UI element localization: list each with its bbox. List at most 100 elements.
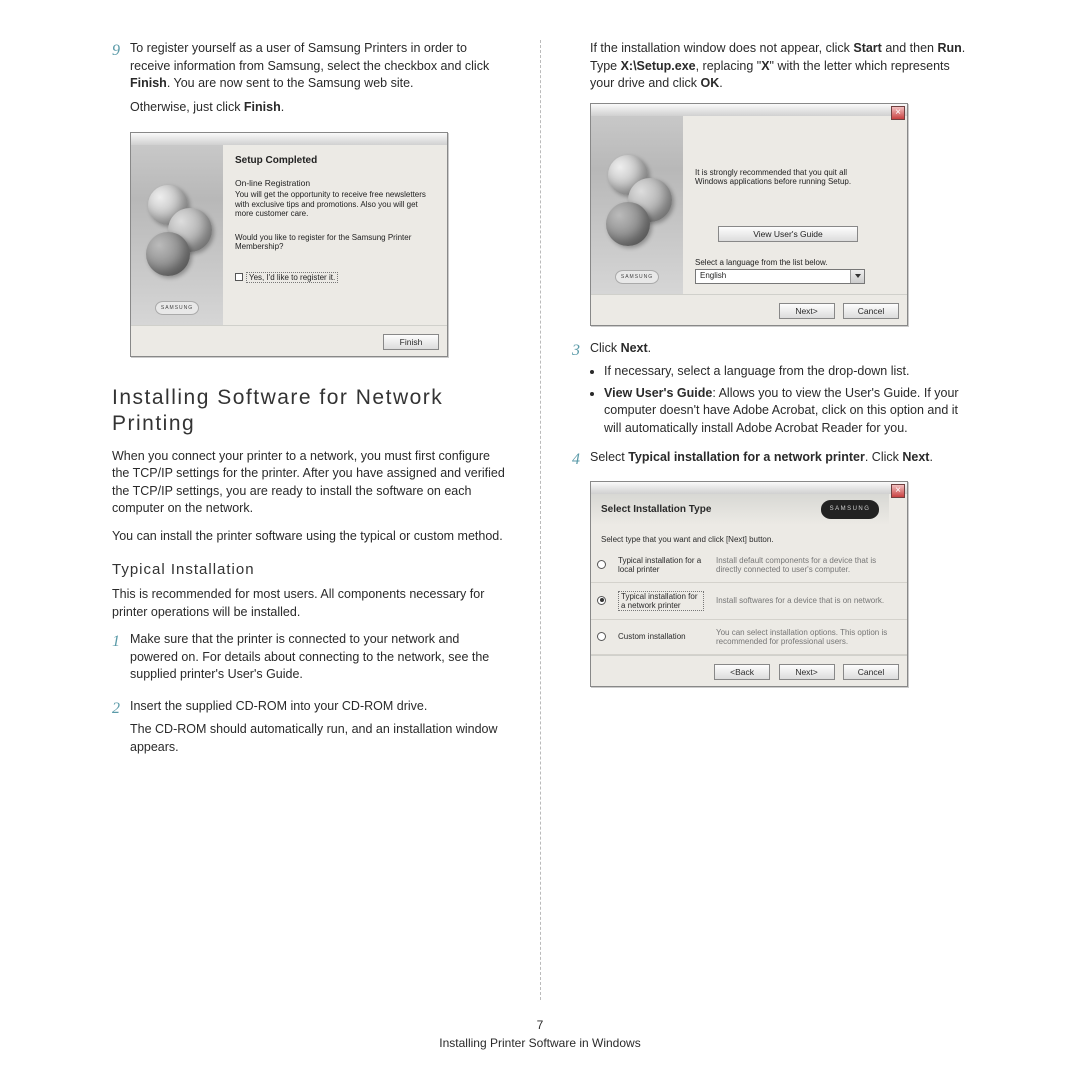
step-2-text-a: Insert the supplied CD-ROM into your CD-… xyxy=(130,698,508,716)
text-bold: Start xyxy=(853,41,881,55)
text-bold: Typical installation for a network print… xyxy=(628,450,865,464)
option-row: Typical installation for a local printer… xyxy=(591,548,907,583)
text: . You are now sent to the Samsung web si… xyxy=(167,76,414,90)
graphic-ball xyxy=(606,202,650,246)
step-1-text: Make sure that the printer is connected … xyxy=(130,631,508,684)
step-3: 3 Click Next. If necessary, select a lan… xyxy=(572,340,968,442)
text: . xyxy=(281,100,284,114)
step-4: 4 Select Typical installation for a netw… xyxy=(572,449,968,473)
text-bold: X xyxy=(761,59,769,73)
dialog-setup-completed: SAMSUNG Setup Completed On-line Registra… xyxy=(130,132,448,357)
radio-button[interactable] xyxy=(597,596,606,605)
language-label: Select a language from the list below. xyxy=(695,258,877,267)
option-label: Typical installation for a local printer xyxy=(612,548,710,583)
text: Select xyxy=(590,450,628,464)
close-icon[interactable]: × xyxy=(891,106,905,120)
step-2-text-b: The CD-ROM should automatically run, and… xyxy=(130,721,508,756)
step-number: 2 xyxy=(112,698,130,763)
graphic-ball xyxy=(146,232,190,276)
text: and then xyxy=(882,41,938,55)
text-bold: X:\Setup.exe xyxy=(621,59,696,73)
text: To register yourself as a user of Samsun… xyxy=(130,41,489,73)
wizard-graphic: SAMSUNG xyxy=(591,116,683,294)
text: , replacing " xyxy=(696,59,762,73)
samsung-logo: SAMSUNG xyxy=(155,301,199,315)
body-text: When you connect your printer to a netwo… xyxy=(112,448,508,518)
option-row: Custom installation You can select insta… xyxy=(591,619,907,654)
dialog-question: Would you like to register for the Samsu… xyxy=(235,233,435,251)
text: . xyxy=(929,450,932,464)
wizard-graphic: SAMSUNG xyxy=(131,145,223,325)
option-desc: Install softwares for a device that is o… xyxy=(710,582,907,619)
text: . xyxy=(648,341,651,355)
footer-caption: Installing Printer Software in Windows xyxy=(0,1034,1080,1052)
text: If the installation window does not appe… xyxy=(590,41,853,55)
step-number: 9 xyxy=(112,40,130,122)
dialog-install-type: × Select Installation Type SAMSUNG Selec… xyxy=(590,481,908,687)
text-bold: Finish xyxy=(130,76,167,90)
page-number: 7 xyxy=(0,1016,1080,1034)
bullet-item: View User's Guide: Allows you to view th… xyxy=(604,385,968,438)
text: Otherwise, just click xyxy=(130,100,244,114)
text-bold: OK xyxy=(700,76,719,90)
step-number: 4 xyxy=(572,449,590,473)
dialog-subtitle: On-line Registration xyxy=(235,178,435,188)
language-select[interactable]: English xyxy=(695,269,865,284)
cancel-button[interactable]: Cancel xyxy=(843,664,899,680)
titlebar: × xyxy=(591,482,907,494)
checkbox[interactable] xyxy=(235,273,243,281)
step-number: 3 xyxy=(572,340,590,442)
dialog-language-select: × SAMSUNG It is strongly recommended tha… xyxy=(590,103,908,326)
step-9-alt: Otherwise, just click Finish. xyxy=(130,99,508,117)
step-9: 9 To register yourself as a user of Sams… xyxy=(112,40,508,122)
step-9-text: To register yourself as a user of Samsun… xyxy=(130,40,508,93)
dialog-desc: You will get the opportunity to receive … xyxy=(235,190,435,219)
view-guide-button[interactable]: View User's Guide xyxy=(718,226,858,242)
left-column: 9 To register yourself as a user of Sams… xyxy=(92,40,540,1020)
column-divider xyxy=(540,40,541,1000)
checkbox-label: Yes, I'd like to register it. xyxy=(246,272,338,283)
dialog-title: Select Installation Type xyxy=(601,504,711,515)
intro-text: If the installation window does not appe… xyxy=(572,40,968,93)
text-bold: Next xyxy=(621,341,648,355)
register-checkbox-row: Yes, I'd like to register it. xyxy=(235,273,435,282)
bullet-item: If necessary, select a language from the… xyxy=(604,363,968,381)
step-3-text: Click Next. xyxy=(590,340,968,358)
samsung-logo: SAMSUNG xyxy=(615,270,659,284)
options-table: Typical installation for a local printer… xyxy=(591,548,907,655)
text-bold: Next xyxy=(902,450,929,464)
next-button[interactable]: Next> xyxy=(779,664,835,680)
body-text: This is recommended for most users. All … xyxy=(112,586,508,621)
radio-button[interactable] xyxy=(597,560,606,569)
step-number: 1 xyxy=(112,631,130,690)
chevron-down-icon[interactable] xyxy=(850,270,864,283)
titlebar: × xyxy=(591,104,907,116)
text-bold: Finish xyxy=(244,100,281,114)
dialog-title: Setup Completed xyxy=(235,155,435,166)
titlebar xyxy=(131,133,447,145)
right-column: If the installation window does not appe… xyxy=(540,40,988,1020)
option-label: Custom installation xyxy=(612,619,710,654)
samsung-brand: SAMSUNG xyxy=(821,500,879,519)
radio-button[interactable] xyxy=(597,632,606,641)
text: . Click xyxy=(865,450,903,464)
sub-heading: Typical Installation xyxy=(112,561,508,578)
option-desc: You can select installation options. Thi… xyxy=(710,619,907,654)
close-icon[interactable]: × xyxy=(891,484,905,498)
option-desc: Install default components for a device … xyxy=(710,548,907,583)
step-4-text: Select Typical installation for a networ… xyxy=(590,449,968,467)
section-heading: Installing Software for Network Printing xyxy=(112,385,508,438)
page-footer: 7 Installing Printer Software in Windows xyxy=(0,1016,1080,1052)
text-bold: Run xyxy=(937,41,961,55)
option-row: Typical installation for a network print… xyxy=(591,582,907,619)
text-bold: View User's Guide xyxy=(604,386,712,400)
text: . xyxy=(719,76,722,90)
back-button[interactable]: <Back xyxy=(714,664,770,680)
finish-button[interactable]: Finish xyxy=(383,334,439,350)
cancel-button[interactable]: Cancel xyxy=(843,303,899,319)
next-button[interactable]: Next> xyxy=(779,303,835,319)
language-value: English xyxy=(696,270,850,283)
dialog-prompt: Select type that you want and click [Nex… xyxy=(591,525,907,548)
step-1: 1 Make sure that the printer is connecte… xyxy=(112,631,508,690)
step-2: 2 Insert the supplied CD-ROM into your C… xyxy=(112,698,508,763)
